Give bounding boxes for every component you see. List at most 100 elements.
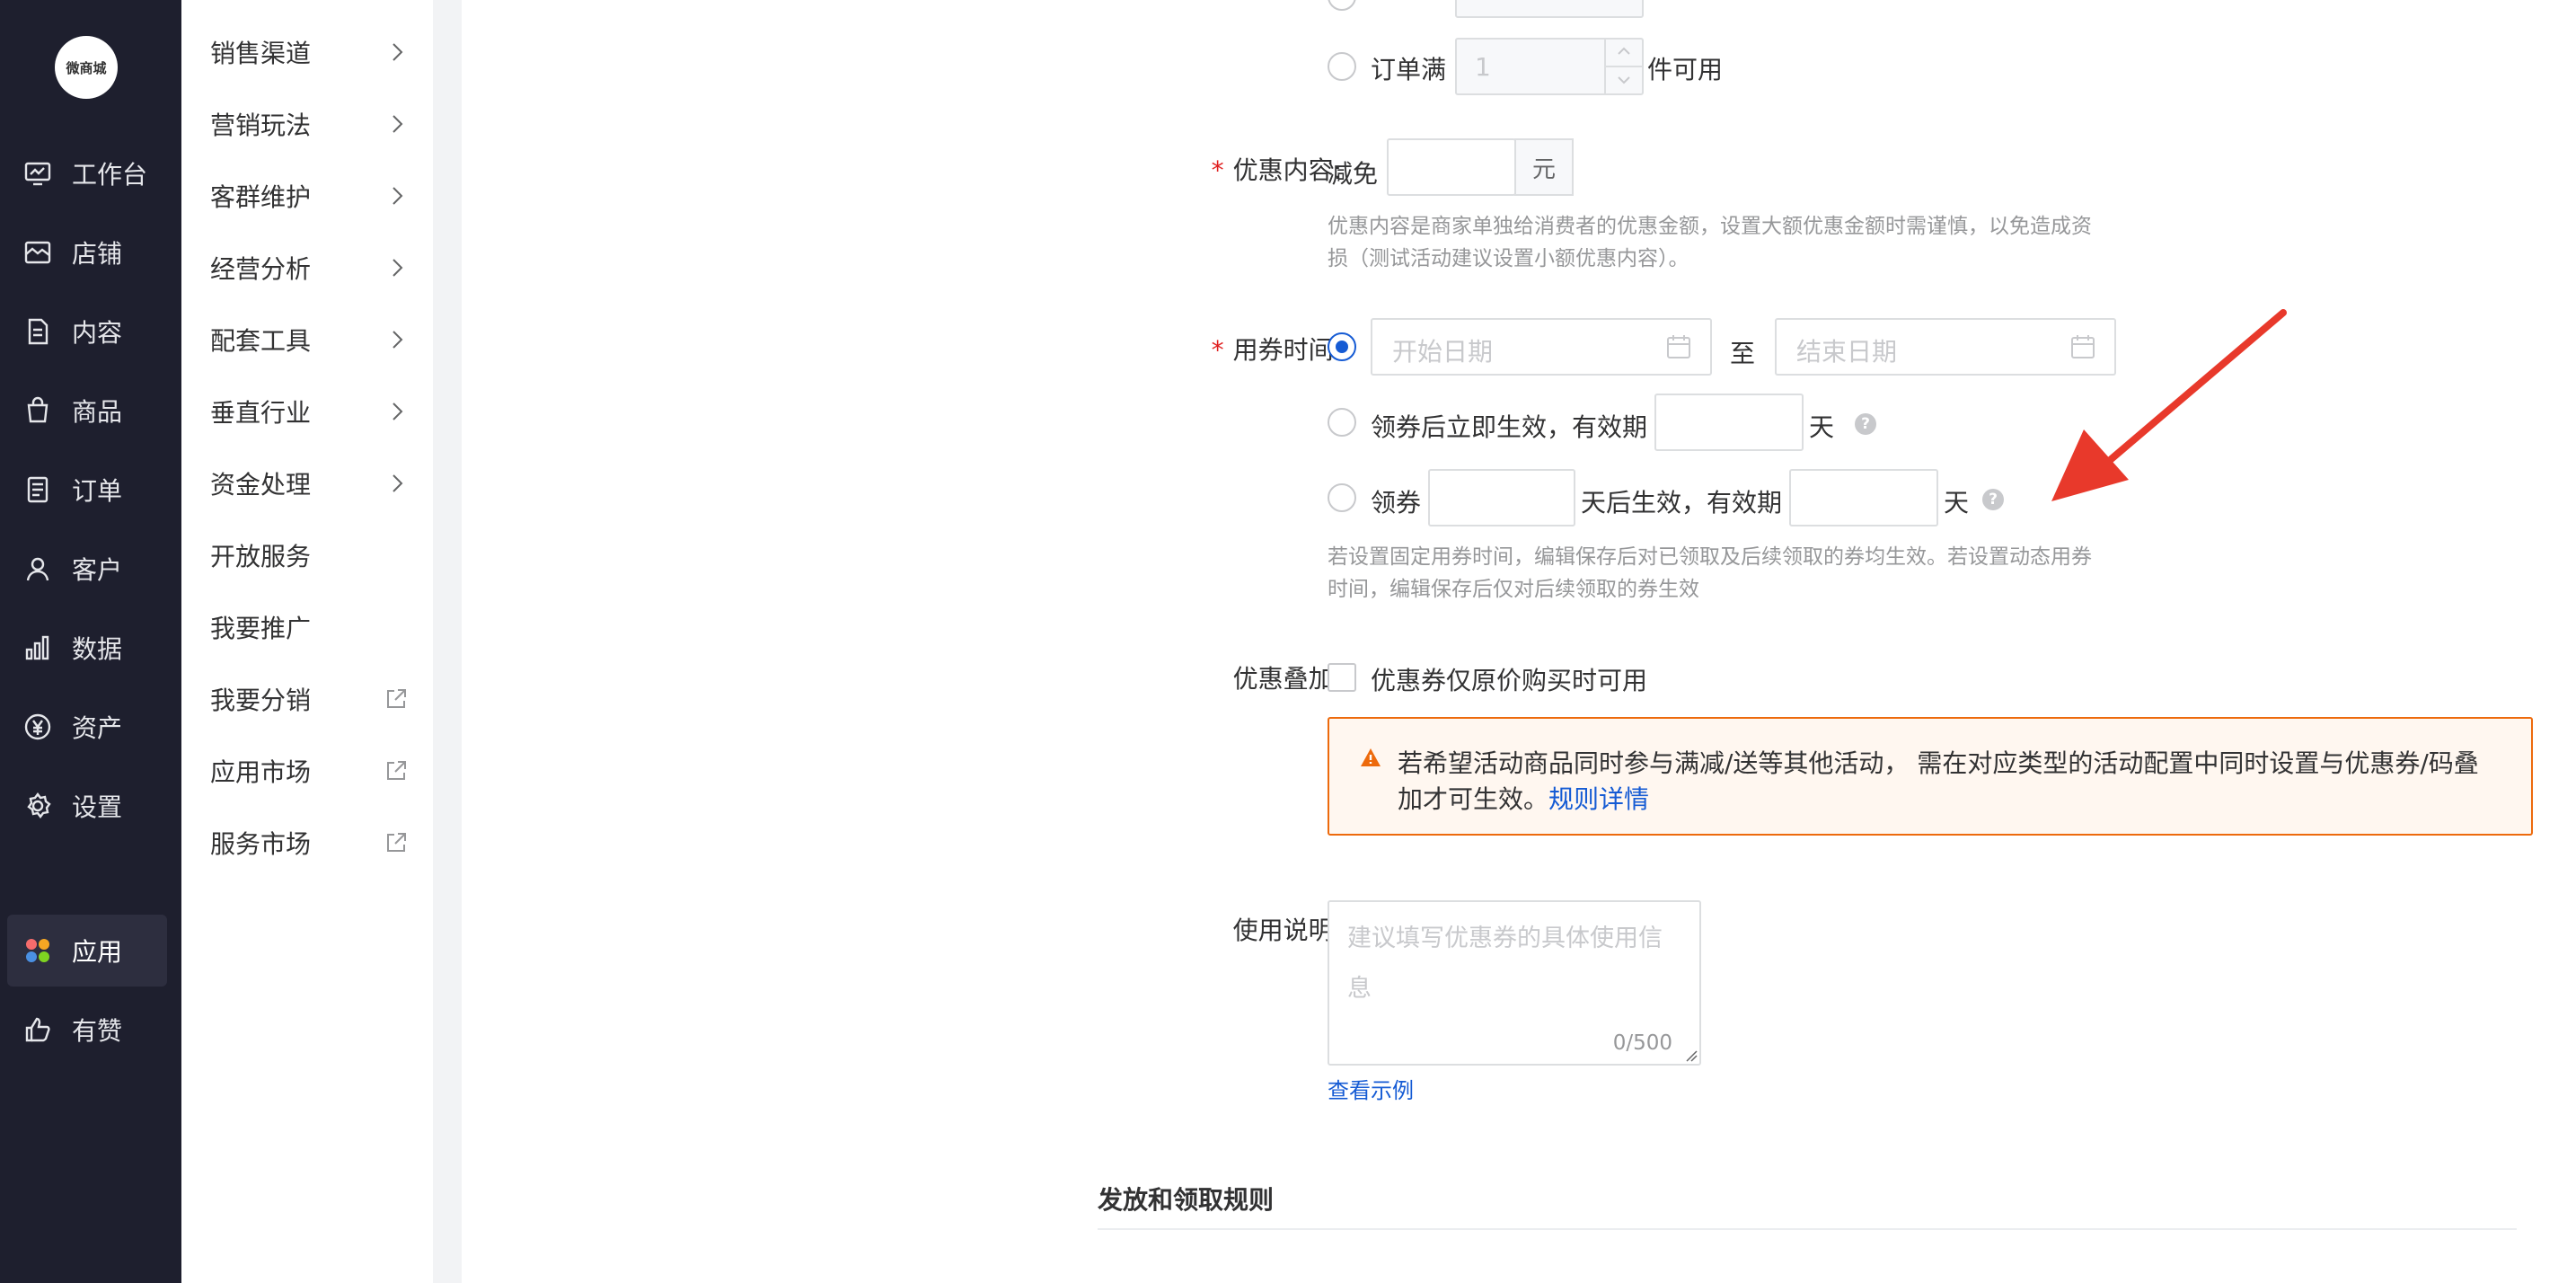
nav2-item-sales-channel[interactable]: 销售渠道: [210, 16, 408, 88]
stacking-warning-alert: 若希望活动商品同时参与满减/送等其他活动， 需在对应类型的活动配置中同时设置与优…: [1328, 717, 2533, 836]
nav-item-youzan[interactable]: 有赞: [7, 994, 167, 1066]
yen-icon: [22, 711, 54, 743]
nav-item-content[interactable]: 内容: [7, 296, 167, 367]
threshold-radio-top[interactable]: [1328, 0, 1356, 11]
chevron-right-icon: [393, 403, 403, 420]
calendar-icon[interactable]: [1665, 333, 1692, 360]
external-link-icon: [387, 689, 406, 708]
use-time-hint-line2: 时间，编辑保存后仅对后续领取的券生效: [1328, 578, 1699, 601]
nav2-label: 销售渠道: [210, 39, 312, 68]
nav-item-orders[interactable]: 订单: [7, 454, 167, 526]
app-root: 微商城 工作台 店铺 内容 商品 订单 客户 数据 资产 设置 应用 有赞 销售…: [0, 0, 2576, 1283]
nav2-item-funds[interactable]: 资金处理: [210, 447, 408, 519]
section-divider: [1098, 1228, 2517, 1230]
date-range-separator: 至: [1730, 339, 1756, 368]
section-title: 发放和领取规则: [1098, 1185, 1275, 1215]
nav2-item-promote[interactable]: 我要推广: [210, 591, 408, 663]
nav-item-data[interactable]: 数据: [7, 612, 167, 684]
nav-item-assets[interactable]: 资产: [7, 691, 167, 763]
chevron-right-icon: [393, 259, 403, 277]
nav2-item-analytics[interactable]: 经营分析: [210, 232, 408, 304]
required-mark: *: [1211, 155, 1224, 185]
discount-amount-input[interactable]: [1387, 138, 1516, 196]
nav-item-dashboard[interactable]: 工作台: [7, 137, 167, 209]
delay-days-input[interactable]: [1428, 469, 1575, 526]
nav2-item-tools[interactable]: 配套工具: [210, 304, 408, 376]
end-date-placeholder: 结束日期: [1796, 337, 1898, 367]
store-icon: [22, 236, 54, 269]
nav2-item-customer-groups[interactable]: 客群维护: [210, 160, 408, 232]
primary-sidebar: 微商城 工作台 店铺 内容 商品 订单 客户 数据 资产 设置 应用 有赞: [0, 0, 181, 1283]
order-count-value: 1: [1475, 52, 1491, 82]
nav-label: 商品: [72, 397, 123, 427]
help-icon[interactable]: ?: [1982, 489, 2004, 510]
discount-unit: 元: [1514, 138, 1574, 196]
view-example-link[interactable]: 查看示例: [1328, 1073, 1414, 1104]
chevron-down-icon[interactable]: [1618, 75, 1630, 84]
threshold-order-count-radio[interactable]: [1328, 52, 1356, 81]
delayed-validity-days-input[interactable]: [1789, 469, 1938, 526]
nav-item-customers[interactable]: 客户: [7, 533, 167, 605]
chevron-right-icon: [393, 187, 403, 205]
nav-label: 数据: [72, 634, 123, 664]
nav-item-goods[interactable]: 商品: [7, 375, 167, 447]
chevron-right-icon: [393, 474, 403, 492]
nav2-label: 服务市场: [210, 829, 312, 859]
nav2-label: 我要分销: [210, 686, 312, 715]
content-gutter: [433, 0, 462, 1283]
nav2-label: 垂直行业: [210, 398, 312, 428]
nav-label: 应用: [72, 937, 123, 967]
secondary-sidebar: 销售渠道 营销玩法 客群维护 经营分析 配套工具 垂直行业 资金处理 开放服务 …: [181, 0, 433, 1283]
chevron-up-icon[interactable]: [1618, 47, 1630, 56]
thumbs-up-icon: [22, 1013, 54, 1046]
nav2-label: 经营分析: [210, 254, 312, 284]
stepper-buttons[interactable]: [1604, 40, 1642, 93]
nav-label: 订单: [72, 476, 123, 506]
use-time-hint-line1: 若设置固定用券时间，编辑保存后对已领取及后续领取的券均生效。若设置动态用券: [1328, 545, 2092, 569]
order-count-stepper[interactable]: 1: [1455, 38, 1644, 95]
order-icon: [22, 473, 54, 506]
nav2-item-distribution[interactable]: 我要分销: [210, 663, 408, 735]
use-time-delayed-radio[interactable]: [1328, 483, 1356, 512]
nav-label: 客户: [72, 555, 123, 585]
dashboard-icon: [22, 157, 54, 190]
nav-item-store[interactable]: 店铺: [7, 217, 167, 288]
threshold-order-count-suffix: 件可用: [1647, 55, 1724, 84]
nav2-item-open-service[interactable]: 开放服务: [210, 519, 408, 591]
start-date-input[interactable]: 开始日期: [1371, 318, 1712, 376]
usage-description-textarea[interactable]: 建议填写优惠券的具体使用信 息 0/500: [1328, 900, 1701, 1066]
start-date-placeholder: 开始日期: [1392, 337, 1494, 367]
warning-icon: [1361, 748, 1381, 766]
nav2-item-vertical[interactable]: 垂直行业: [210, 376, 408, 447]
nav-item-apps[interactable]: 应用: [7, 915, 167, 987]
use-time-immediate-radio[interactable]: [1328, 408, 1356, 437]
nav2-item-app-market[interactable]: 应用市场: [210, 735, 408, 807]
external-link-icon: [387, 833, 406, 852]
shop-logo[interactable]: 微商城: [55, 36, 118, 99]
nav2-item-marketing[interactable]: 营销玩法: [210, 88, 408, 160]
original-price-only-checkbox[interactable]: [1328, 663, 1356, 692]
usage-placeholder-line1: 建议填写优惠券的具体使用信: [1347, 925, 1663, 952]
discount-prefix: 减免: [1328, 159, 1379, 189]
nav2-label: 开放服务: [210, 542, 312, 571]
discount-hint-line2: 损（测试活动建议设置小额优惠内容）。: [1328, 247, 1689, 270]
nav2-item-service-market[interactable]: 服务市场: [210, 807, 408, 879]
nav2-label: 配套工具: [210, 326, 312, 356]
nav2-label: 我要推广: [210, 614, 312, 643]
rule-details-link[interactable]: 规则详情: [1548, 784, 1649, 814]
discount-hint-line1: 优惠内容是商家单独给消费者的优惠金额，设置大额优惠金额时需谨慎，以免造成资: [1328, 215, 2092, 238]
bar-chart-icon: [22, 632, 54, 664]
alert-text-line1: 若希望活动商品同时参与满减/送等其他活动， 需在对应类型的活动配置中同时设置与优…: [1398, 748, 2479, 778]
document-icon: [22, 315, 54, 348]
use-time-delayed-label: 领券: [1371, 488, 1422, 518]
stacking-label: 优惠叠加:: [1232, 664, 1342, 694]
resize-handle-icon[interactable]: [1683, 1048, 1698, 1062]
help-icon[interactable]: ?: [1855, 413, 1876, 435]
immediate-validity-days-input[interactable]: [1654, 394, 1804, 451]
nav-label: 工作台: [72, 160, 148, 190]
logo-text: 微商城: [66, 59, 107, 76]
threshold-input-top[interactable]: [1455, 0, 1644, 18]
use-time-fixed-radio[interactable]: [1328, 332, 1356, 361]
original-price-only-label: 优惠券仅原价购买时可用: [1371, 666, 1648, 695]
nav-item-settings[interactable]: 设置: [7, 770, 167, 842]
